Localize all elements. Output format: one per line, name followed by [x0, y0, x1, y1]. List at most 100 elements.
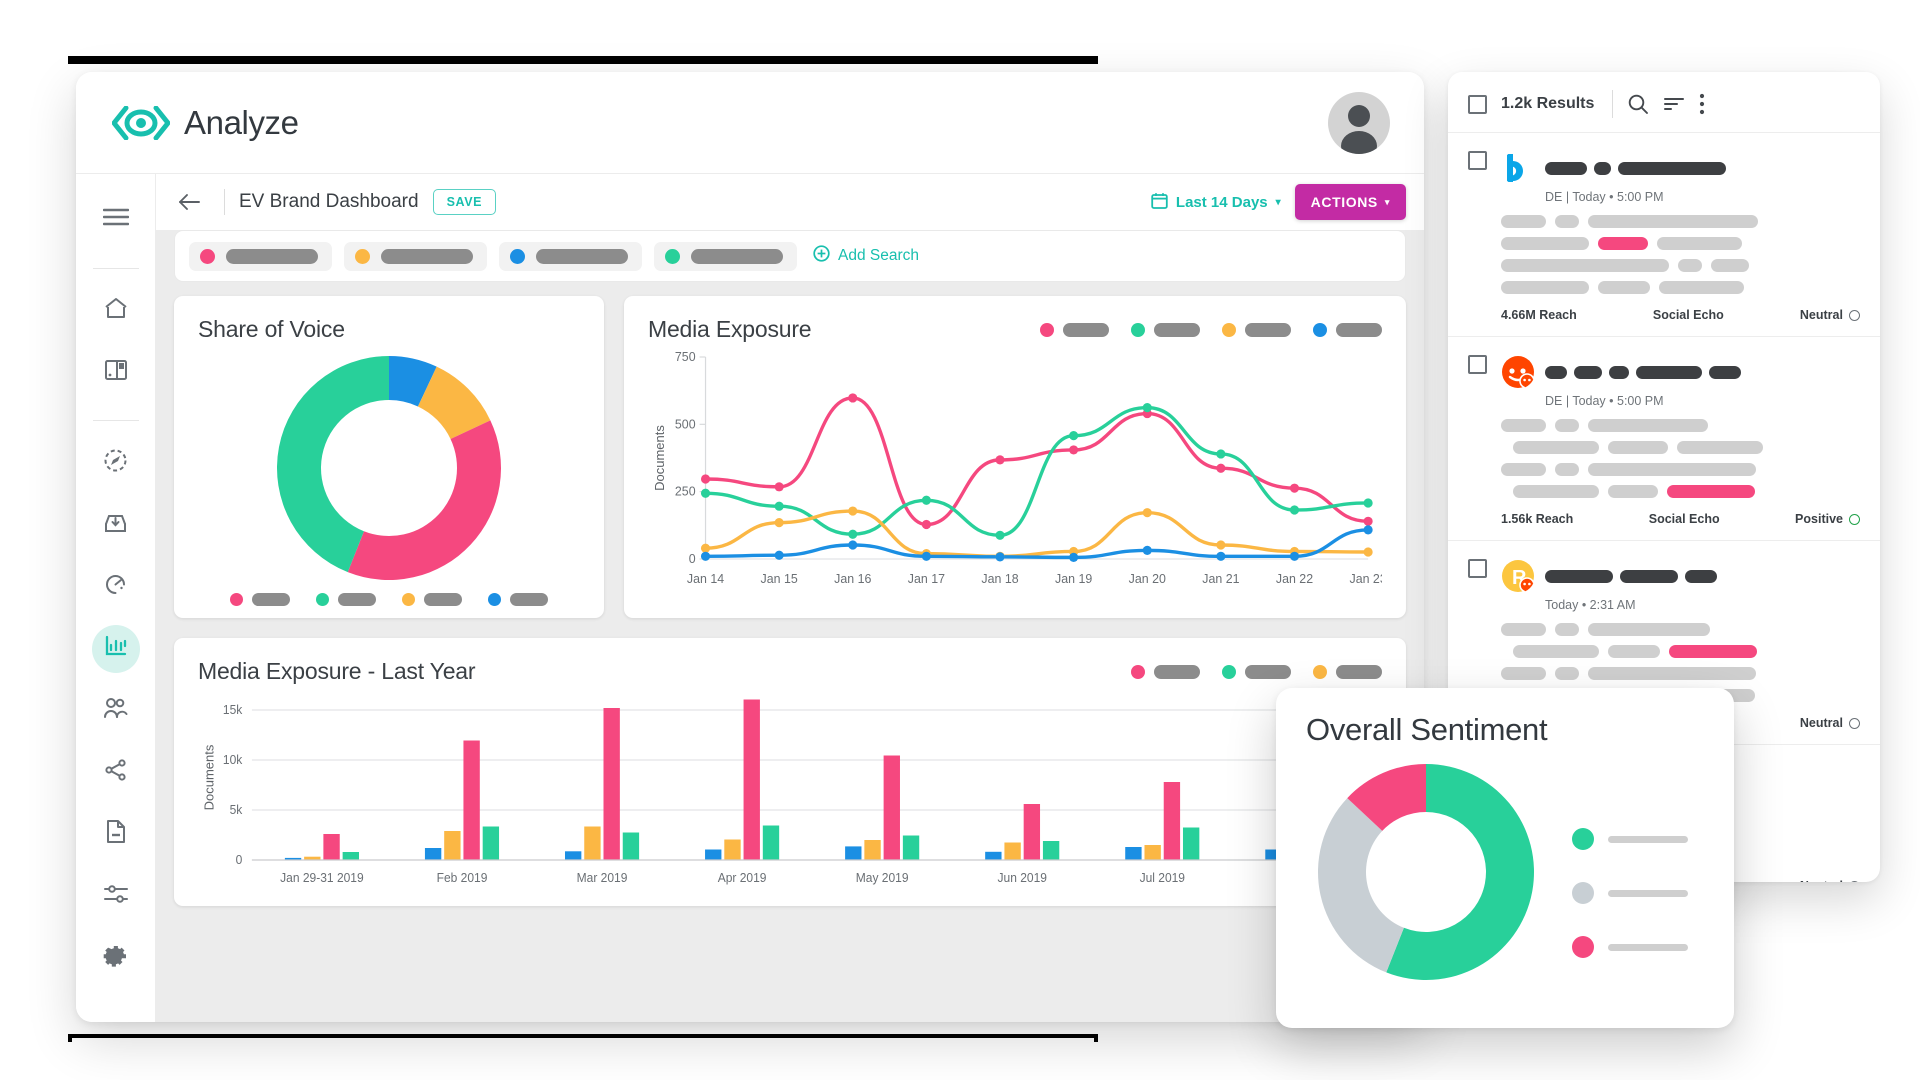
sidebar-item-gauge[interactable]: [92, 563, 140, 611]
bar[interactable]: [1004, 842, 1021, 861]
bar[interactable]: [762, 825, 780, 861]
sidebar-item-audience[interactable]: [92, 687, 140, 735]
bar[interactable]: [1125, 847, 1142, 860]
search-icon[interactable]: [1627, 93, 1649, 115]
sidebar-item-menu[interactable]: [92, 196, 140, 244]
bar-legend-item[interactable]: [1313, 664, 1382, 679]
select-all-checkbox[interactable]: [1468, 94, 1487, 114]
bar[interactable]: [883, 755, 900, 861]
line-data-point[interactable]: [848, 540, 858, 550]
bar[interactable]: [463, 740, 480, 861]
search-pill[interactable]: [654, 241, 797, 271]
sidebar-item-dashboard[interactable]: [92, 349, 140, 397]
line-data-point[interactable]: [995, 455, 1005, 465]
line-data-point[interactable]: [1142, 545, 1152, 555]
share-of-voice-donut[interactable]: [264, 343, 514, 593]
bar[interactable]: [1023, 804, 1041, 860]
bar[interactable]: [1182, 827, 1200, 861]
sov-legend-item[interactable]: [316, 593, 376, 606]
sentiment-legend-item[interactable]: [1572, 828, 1688, 850]
bar[interactable]: [1163, 782, 1181, 860]
me-legend-item[interactable]: [1131, 322, 1200, 337]
more-vertical-icon[interactable]: [1699, 93, 1705, 115]
line-data-point[interactable]: [848, 529, 858, 539]
line-data-point[interactable]: [774, 501, 784, 511]
line-data-point[interactable]: [1142, 403, 1152, 413]
line-data-point[interactable]: [848, 393, 858, 403]
save-button[interactable]: SAVE: [432, 189, 497, 215]
line-series[interactable]: [703, 405, 1370, 537]
sidebar-item-inbox[interactable]: [92, 501, 140, 549]
bar[interactable]: [444, 831, 461, 860]
sidebar-item-analyze[interactable]: [91, 624, 140, 673]
line-data-point[interactable]: [921, 551, 931, 561]
line-data-point[interactable]: [774, 518, 784, 528]
user-avatar-icon[interactable]: [1328, 91, 1390, 154]
bar-legend-item[interactable]: [1131, 664, 1200, 679]
bar[interactable]: [323, 834, 340, 860]
bar-legend-item[interactable]: [1222, 664, 1291, 679]
bar[interactable]: [564, 851, 582, 860]
search-pill[interactable]: [499, 241, 642, 271]
line-series[interactable]: [703, 509, 1370, 559]
me-legend-item[interactable]: [1222, 322, 1291, 337]
sov-legend-item[interactable]: [488, 593, 548, 606]
line-data-point[interactable]: [1363, 498, 1373, 508]
line-series[interactable]: [703, 396, 1370, 527]
line-data-point[interactable]: [774, 482, 784, 492]
bar[interactable]: [743, 699, 760, 861]
media-exposure-bar-chart[interactable]: 0 5k 10k 15k Documents Jan 29-31 2019 Feb 2019…: [198, 685, 1382, 890]
bar[interactable]: [622, 832, 640, 861]
bar[interactable]: [584, 826, 601, 861]
result-checkbox[interactable]: [1468, 559, 1487, 578]
result-checkbox[interactable]: [1468, 151, 1487, 170]
line-data-point[interactable]: [1289, 551, 1300, 561]
sov-legend-item[interactable]: [230, 593, 290, 606]
bar[interactable]: [705, 849, 722, 861]
bar[interactable]: [985, 851, 1002, 860]
result-list-item[interactable]: DE | Today • 5:00 PM 1.56k Reach Social …: [1448, 337, 1880, 541]
line-data-point[interactable]: [995, 530, 1005, 540]
donut-slice[interactable]: [1318, 798, 1404, 973]
line-data-point[interactable]: [700, 488, 711, 498]
sentiment-legend-item[interactable]: [1572, 936, 1688, 958]
search-pill[interactable]: [189, 241, 332, 271]
result-list-item[interactable]: DE | Today • 5:00 PM 4.66M Reach Social …: [1448, 133, 1880, 337]
line-data-point[interactable]: [1363, 516, 1373, 526]
sidebar-item-share[interactable]: [92, 748, 140, 796]
line-data-point[interactable]: [1363, 547, 1373, 557]
line-data-point[interactable]: [1069, 431, 1079, 441]
bar[interactable]: [482, 826, 500, 861]
sidebar-item-explore[interactable]: [92, 439, 140, 487]
sidebar-item-settings[interactable]: [92, 934, 140, 982]
me-legend-item[interactable]: [1313, 322, 1382, 337]
line-data-point[interactable]: [921, 495, 931, 505]
overall-sentiment-donut[interactable]: [1306, 752, 1546, 992]
line-data-point[interactable]: [1216, 551, 1226, 561]
line-data-point[interactable]: [1289, 483, 1300, 493]
line-data-point[interactable]: [1289, 505, 1300, 515]
bar[interactable]: [864, 840, 881, 860]
line-data-point[interactable]: [700, 543, 711, 553]
bar[interactable]: [1144, 845, 1161, 860]
line-data-point[interactable]: [995, 552, 1005, 562]
app-logo[interactable]: Analyze: [111, 104, 299, 142]
line-data-point[interactable]: [700, 551, 711, 561]
add-search-button[interactable]: Add Search: [813, 245, 919, 267]
line-data-point[interactable]: [1069, 445, 1079, 455]
date-range-picker[interactable]: Last 14 Days ▾: [1151, 192, 1281, 213]
search-pill[interactable]: [344, 241, 487, 271]
bar[interactable]: [1042, 841, 1060, 860]
sentiment-legend-item[interactable]: [1572, 882, 1688, 904]
bar[interactable]: [724, 839, 741, 861]
me-legend-item[interactable]: [1040, 322, 1109, 337]
line-data-point[interactable]: [774, 550, 784, 560]
bar[interactable]: [603, 708, 620, 860]
line-data-point[interactable]: [1363, 525, 1373, 535]
bar[interactable]: [902, 835, 920, 861]
line-data-point[interactable]: [848, 506, 858, 516]
actions-button[interactable]: ACTIONS ▾: [1294, 184, 1406, 220]
bar[interactable]: [424, 848, 442, 860]
line-data-point[interactable]: [1142, 508, 1152, 518]
sov-legend-item[interactable]: [402, 593, 462, 606]
